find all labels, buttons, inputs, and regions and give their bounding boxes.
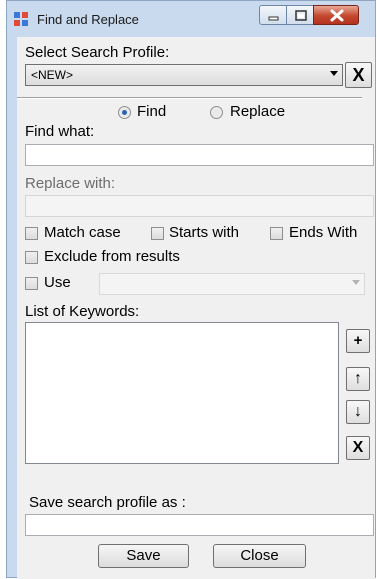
close-button-label: Close xyxy=(240,547,279,564)
replace-with-input[interactable] xyxy=(25,195,374,217)
save-profile-input[interactable] xyxy=(25,514,374,536)
maximize-button[interactable] xyxy=(286,5,314,25)
separator xyxy=(17,97,362,99)
maximize-icon xyxy=(295,10,307,21)
keywords-label: List of Keywords: xyxy=(25,303,140,320)
remove-keyword-button[interactable]: X xyxy=(346,436,370,460)
replace-radio[interactable] xyxy=(210,106,223,119)
keywords-list[interactable] xyxy=(25,322,339,464)
save-button-label: Save xyxy=(126,547,161,564)
close-icon xyxy=(330,9,344,22)
save-button[interactable]: Save xyxy=(98,544,189,568)
remove-icon: X xyxy=(352,439,364,456)
ends-with-checkbox[interactable] xyxy=(270,227,283,240)
title-bar[interactable]: Find and Replace xyxy=(7,1,375,37)
find-what-input[interactable] xyxy=(25,144,374,166)
use-checkbox[interactable] xyxy=(25,277,38,290)
find-radio-label: Find xyxy=(137,103,167,120)
find-what-label: Find what: xyxy=(25,123,95,140)
chevron-down-icon xyxy=(352,280,360,285)
match-case-label: Match case xyxy=(44,224,121,241)
window-close-button[interactable] xyxy=(313,5,359,25)
move-up-button[interactable]: ↑ xyxy=(346,367,370,391)
starts-with-checkbox[interactable] xyxy=(151,227,164,240)
profile-selected-value: <NEW> xyxy=(31,68,74,82)
use-select[interactable] xyxy=(99,273,365,295)
arrow-down-icon: ↓ xyxy=(354,403,362,420)
arrow-up-icon: ↑ xyxy=(354,370,362,387)
profile-select[interactable]: <NEW> xyxy=(25,64,343,86)
exclude-results-checkbox[interactable] xyxy=(25,251,38,264)
save-profile-label: Save search profile as : xyxy=(29,494,186,511)
ends-with-label: Ends With xyxy=(289,224,358,241)
profile-label: Select Search Profile: xyxy=(25,44,170,61)
replace-with-label: Replace with: xyxy=(25,175,116,192)
replace-radio-label: Replace xyxy=(230,103,286,120)
find-replace-window: Find and Replace Select Search Profile: … xyxy=(6,0,376,579)
minimize-button[interactable] xyxy=(259,5,287,25)
plus-icon: + xyxy=(353,332,363,349)
find-radio[interactable] xyxy=(118,106,131,119)
delete-profile-label: X xyxy=(352,65,365,85)
match-case-checkbox[interactable] xyxy=(25,227,38,240)
starts-with-label: Starts with xyxy=(169,224,240,241)
window-title: Find and Replace xyxy=(37,12,139,27)
find-replace-app-icon xyxy=(13,11,29,27)
minimize-icon xyxy=(268,16,279,21)
move-down-button[interactable]: ↓ xyxy=(346,400,370,424)
exclude-results-label: Exclude from results xyxy=(44,248,180,265)
use-label: Use xyxy=(44,274,71,291)
delete-profile-button[interactable]: X xyxy=(345,62,372,88)
chevron-down-icon xyxy=(330,71,338,76)
dialog-body: Select Search Profile: <NEW> X Find Repl… xyxy=(17,37,375,579)
add-keyword-button[interactable]: + xyxy=(346,329,370,353)
close-button[interactable]: Close xyxy=(213,544,306,568)
